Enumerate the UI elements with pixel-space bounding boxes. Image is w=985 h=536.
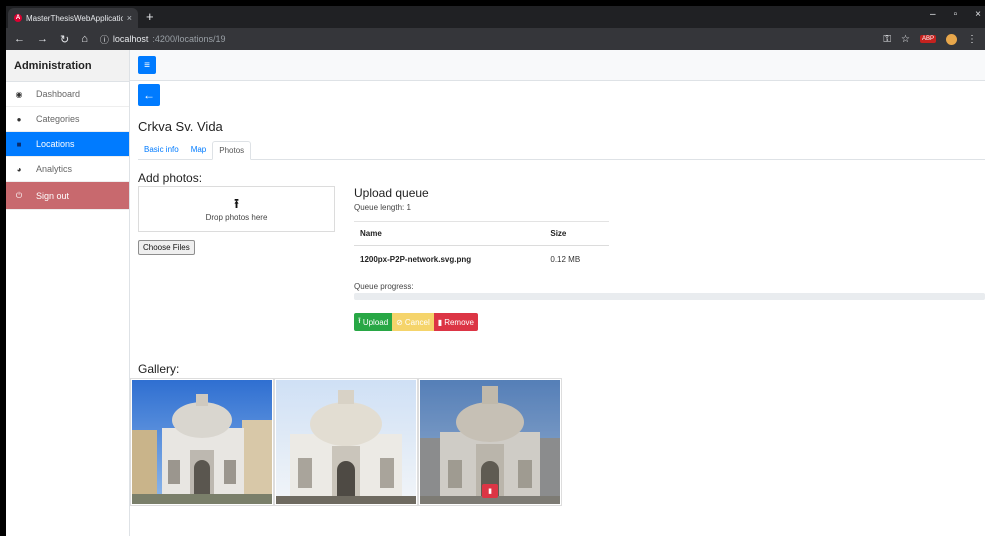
maximize-button[interactable]: ▫ (954, 9, 958, 20)
church-photo-2 (276, 380, 416, 504)
close-tab-icon[interactable]: × (127, 13, 132, 23)
key-icon[interactable]: ⚿ (883, 34, 891, 45)
sidebar-item-analytics[interactable]: ◕ Analytics (6, 157, 129, 182)
gallery-item[interactable] (130, 378, 274, 506)
upload-button-label: Upload (362, 317, 389, 327)
queue-action-buttons: ⭱ Upload ⊘ Cancel ▮ Remove (354, 313, 478, 331)
menu-kebab-icon[interactable]: ⋮ (967, 34, 977, 45)
browser-window: A MasterThesisWebApplicationFro × + – ▫ … (6, 6, 985, 536)
choose-files-button[interactable]: Choose Files (138, 240, 195, 255)
sidebar-item-label: Analytics (36, 164, 73, 174)
gallery-item[interactable]: ▮ (418, 378, 562, 506)
hamburger-menu-button[interactable]: ≡ (138, 56, 156, 74)
forward-arrow-icon[interactable]: → (37, 33, 48, 45)
sidebar-item-locations[interactable]: ■ Locations (6, 132, 129, 157)
minimize-button[interactable]: – (930, 9, 936, 20)
toolbar-actions: ⚿ ☆ ABP ⋮ (883, 33, 977, 45)
upload-icon: ⭱ (358, 316, 361, 325)
sidebar-item-sign-out[interactable]: ⏻ Sign out (6, 182, 129, 210)
close-window-button[interactable]: × (975, 9, 981, 20)
upload-queue-heading: Upload queue (354, 186, 429, 200)
tachometer-icon: ◉ (15, 89, 23, 99)
adblock-extension-icon[interactable]: ABP (919, 35, 936, 43)
upload-queue-table: Name Size 1200px-P2P-network.svg.png 0.1… (354, 221, 609, 274)
bookmark-star-icon[interactable]: ☆ (901, 34, 910, 45)
tab-strip: A MasterThesisWebApplicationFro × + – ▫ … (6, 6, 985, 28)
tab-photos[interactable]: Photos (212, 141, 252, 160)
church-photo-1 (132, 380, 272, 504)
hamburger-icon: ≡ (144, 59, 150, 71)
back-arrow-icon[interactable]: ← (14, 33, 25, 45)
trash-icon: ▮ (488, 488, 492, 495)
ban-icon: ⊘ (396, 317, 403, 327)
sidebar: Administration ◉ Dashboard ● Categories … (6, 50, 130, 536)
queue-progress-bar (354, 293, 985, 300)
tab-map[interactable]: Map (185, 141, 213, 160)
power-icon: ⏻ (15, 190, 23, 200)
upload-button[interactable]: ⭱ Upload (354, 313, 393, 331)
delete-photo-button[interactable]: ▮ (482, 484, 498, 498)
sidebar-title: Administration (6, 50, 129, 82)
queue-length: Queue length: 1 (354, 203, 411, 212)
url-path: :4200/locations/19 (152, 34, 226, 44)
table-header-row: Name Size (354, 221, 609, 246)
cancel-button[interactable]: ⊘ Cancel (392, 313, 434, 331)
cancel-button-label: Cancel (404, 317, 430, 327)
upload-icon: ⭱ (234, 195, 239, 211)
remove-button[interactable]: ▮ Remove (433, 313, 478, 331)
photo-gallery: ▮ (130, 378, 562, 506)
file-name-cell: 1200px-P2P-network.svg.png (360, 255, 472, 265)
column-header-size: Size (544, 221, 609, 246)
gallery-heading: Gallery: (138, 362, 180, 376)
browser-tab[interactable]: A MasterThesisWebApplicationFro × (8, 8, 138, 28)
gallery-item[interactable] (274, 378, 418, 506)
angular-favicon-icon: A (14, 14, 22, 22)
photo-dropzone[interactable]: ⭱ Drop photos here (138, 186, 335, 232)
sidebar-item-label: Sign out (36, 190, 70, 201)
remove-button-label: Remove (444, 317, 474, 327)
home-icon[interactable]: ⌂ (81, 33, 88, 45)
browser-tab-title: MasterThesisWebApplicationFro (26, 13, 123, 23)
info-icon[interactable]: ⓘ (100, 33, 109, 46)
add-photos-heading: Add photos: (138, 171, 203, 185)
sidebar-item-label: Dashboard (36, 89, 81, 99)
address-bar[interactable]: ⓘ localhost:4200/locations/19 (100, 33, 226, 46)
sidebar-item-dashboard[interactable]: ◉ Dashboard (6, 82, 129, 107)
sidebar-item-categories[interactable]: ● Categories (6, 107, 129, 132)
queue-progress-label: Queue progress: (354, 282, 414, 291)
table-row: 1200px-P2P-network.svg.png 0.12 MB (354, 246, 609, 274)
back-button[interactable]: ← (138, 84, 160, 106)
content-topbar: ≡ (130, 50, 985, 81)
dropzone-text: Drop photos here (205, 212, 268, 222)
arrow-left-icon: ← (143, 88, 155, 102)
map-icon: ■ (16, 139, 22, 149)
sidebar-item-label: Locations (36, 139, 75, 149)
location-tabs: Basic info Map Photos (138, 141, 985, 160)
url-host: localhost (112, 34, 149, 44)
sidebar-item-label: Categories (36, 114, 80, 124)
window-controls: – ▫ × (930, 9, 981, 20)
file-size-cell: 0.12 MB (550, 255, 581, 265)
page-title: Crkva Sv. Vida (138, 119, 223, 134)
new-tab-button[interactable]: + (146, 8, 154, 26)
trash-icon: ▮ (437, 317, 443, 327)
reload-icon[interactable]: ↻ (60, 33, 69, 46)
tag-icon: ● (16, 114, 22, 124)
browser-toolbar: ← → ↻ ⌂ ⓘ localhost:4200/locations/19 ⚿ … (6, 28, 985, 50)
tab-basic-info[interactable]: Basic info (138, 141, 185, 160)
column-header-name: Name (354, 221, 545, 246)
pie-chart-icon: ◕ (16, 164, 22, 174)
profile-avatar[interactable] (946, 33, 957, 45)
